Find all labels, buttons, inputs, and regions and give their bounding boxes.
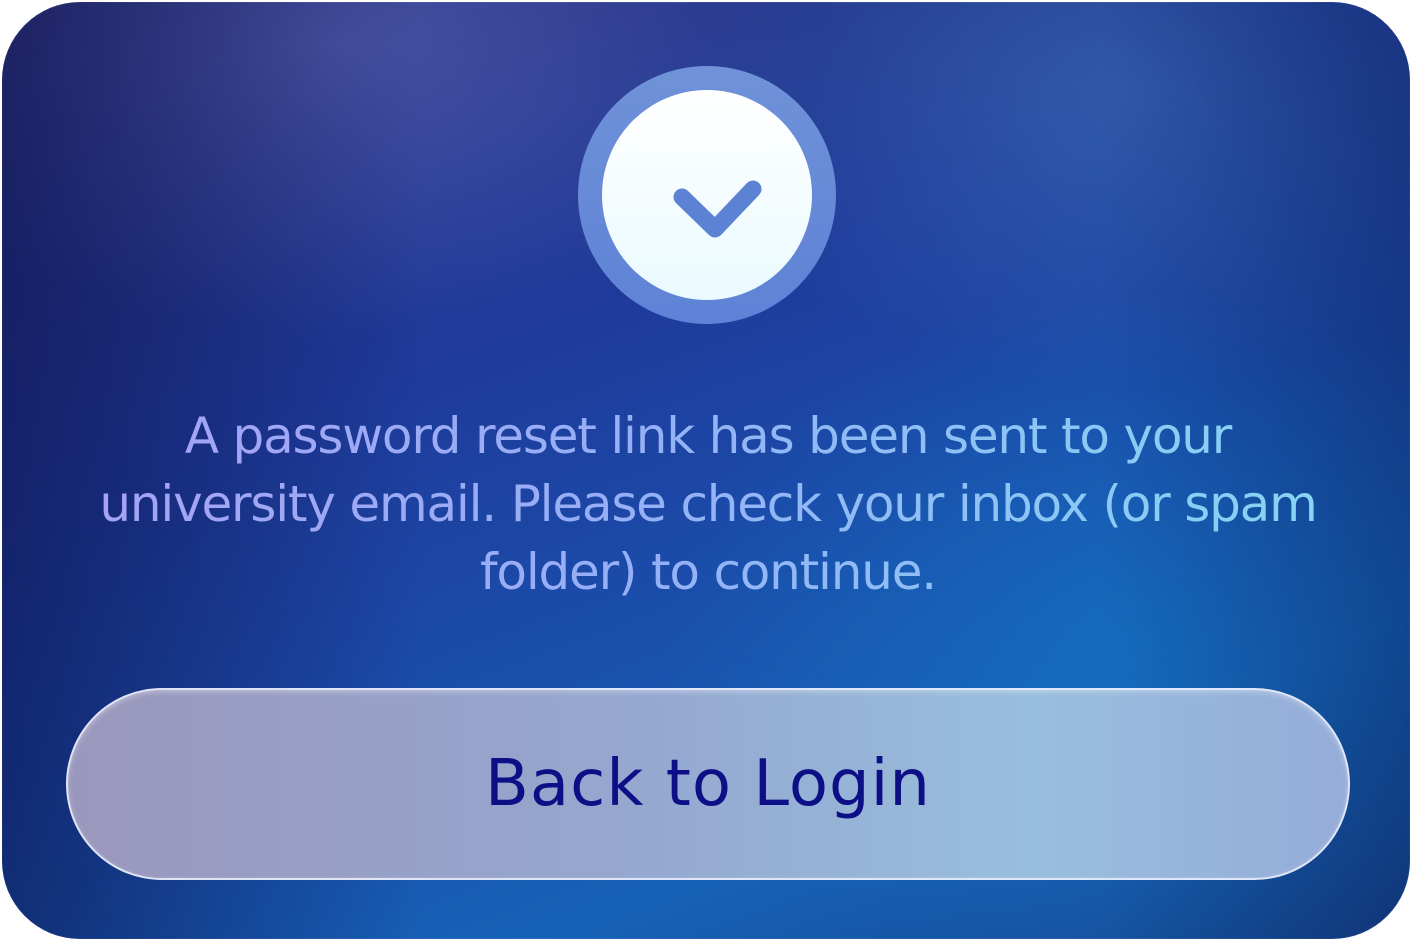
- success-badge: [578, 66, 836, 324]
- back-to-login-label: Back to Login: [485, 747, 931, 821]
- confirmation-message: A password reset link has been sent to y…: [72, 402, 1344, 606]
- back-to-login-button[interactable]: Back to Login: [66, 688, 1350, 880]
- reset-confirmation-card: A password reset link has been sent to y…: [2, 2, 1410, 939]
- success-badge-inner: [602, 90, 812, 300]
- checkmark-icon: [673, 180, 762, 238]
